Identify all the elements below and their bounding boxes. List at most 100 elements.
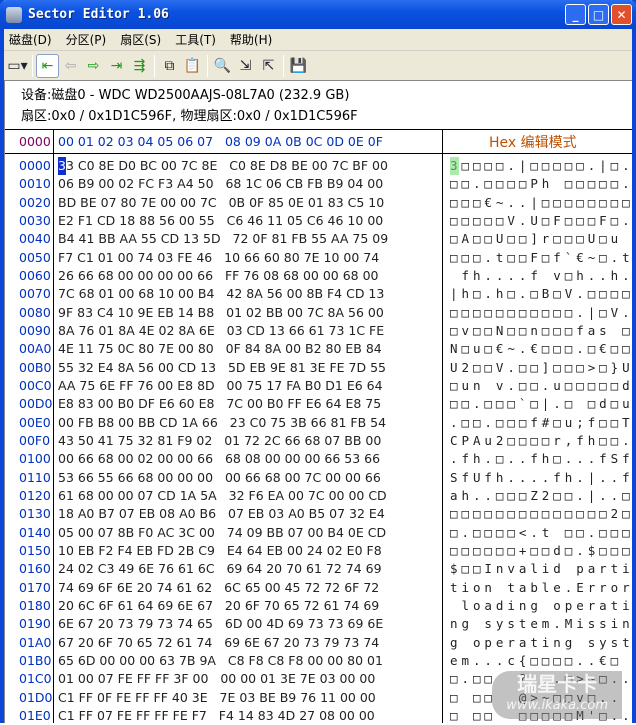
row-hex-bytes[interactable]: 67 20 6F 70 65 72 61 74 69 6E 67 20 73 7… xyxy=(58,634,379,652)
save-button[interactable]: 💾 xyxy=(287,54,310,78)
import-icon: ⇱ xyxy=(262,58,275,74)
row-text[interactable]: em...c{□□□□..€□ xyxy=(450,652,622,670)
row-text[interactable]: □□.□□□`□|.□ □d□u xyxy=(450,395,634,413)
find-icon: 🔍 xyxy=(213,58,232,74)
row-text[interactable]: tion table.Error xyxy=(450,579,634,597)
row-hex-bytes[interactable]: 01 00 07 FE FF FF 3F 00 00 00 01 3E 7E 0… xyxy=(58,670,375,688)
export-button[interactable]: ⇲ xyxy=(234,54,257,78)
row-hex-bytes[interactable]: 00 66 68 00 02 00 00 66 68 08 00 00 00 6… xyxy=(58,450,380,468)
row-text[interactable]: $□□Invalid parti xyxy=(450,560,634,578)
row-hex-bytes[interactable]: 10 EB F2 F4 EB FD 2B C9 E4 64 EB 00 24 0… xyxy=(58,542,382,560)
row-text[interactable]: □A□□U□□]r□□□U□u xyxy=(450,230,634,248)
menu-bar: 磁盘(D) 分区(P) 扇区(S) 工具(T) 帮助(H) xyxy=(4,29,632,51)
row-offset: 01D0 xyxy=(19,689,53,705)
first-sector-button[interactable]: ⇤ xyxy=(36,54,59,78)
copy-button[interactable]: ⧉ xyxy=(158,54,181,78)
row-hex-bytes[interactable]: 65 6D 00 00 00 63 7B 9A C8 F8 C8 F8 00 0… xyxy=(58,652,383,670)
row-hex-bytes[interactable]: 61 68 00 00 07 CD 1A 5A 32 F6 EA 00 7C 0… xyxy=(58,487,387,505)
edit-mode-label[interactable]: Hex 编辑模式 xyxy=(489,132,577,152)
row-text[interactable]: □□□□□V.U□F□□□F□. xyxy=(450,212,634,230)
row-hex-bytes[interactable]: 06 B9 00 02 FC F3 A4 50 68 1C 06 CB FB B… xyxy=(58,175,383,193)
row-offset: 0180 xyxy=(19,597,51,613)
row-hex-bytes[interactable]: 74 69 6F 6E 20 74 61 62 6C 65 00 45 72 7… xyxy=(58,579,379,597)
hex-row: 00F0 43 50 41 75 32 81 F9 02 01 72 2C 66 … xyxy=(5,432,632,450)
row-hex-bytes[interactable]: E2 F1 CD 18 88 56 00 55 C6 46 11 05 C6 4… xyxy=(58,212,383,230)
row-hex-bytes[interactable]: 55 32 E4 8A 56 00 CD 13 5D EB 9E 81 3E F… xyxy=(58,359,386,377)
minimize-button[interactable]: _ xyxy=(565,4,586,25)
row-hex-bytes[interactable]: 9F 83 C4 10 9E EB 14 B8 01 02 BB 00 7C 8… xyxy=(58,304,384,322)
close-button[interactable]: ✕ xyxy=(611,4,632,25)
row-text[interactable]: .fh.□..fh□...fSf xyxy=(450,450,634,468)
row-text[interactable]: |h□.h□.□B□V.□□□□ xyxy=(450,285,634,303)
row-hex-bytes[interactable]: 4E 11 75 0C 80 7E 00 80 0F 84 8A 00 B2 8… xyxy=(58,340,382,358)
goto-sector-button[interactable]: ⇶ xyxy=(128,54,151,78)
row-hex-bytes[interactable]: B4 41 BB AA 55 CD 13 5D 72 0F 81 FB 55 A… xyxy=(58,230,388,248)
hex-row: 00A0 4E 11 75 0C 80 7E 00 80 0F 84 8A 00 … xyxy=(5,340,632,358)
row-text[interactable]: g operating syst xyxy=(450,634,634,652)
hex-row: 0160 24 02 C3 49 6E 76 61 6C 69 64 20 70 … xyxy=(5,560,632,578)
menu-sector[interactable]: 扇区(S) xyxy=(115,31,170,48)
row-offset: 0040 xyxy=(19,231,51,247)
row-hex-bytes[interactable]: 7C 68 01 00 68 10 00 B4 42 8A 56 00 8B F… xyxy=(58,285,384,303)
menu-disk[interactable]: 磁盘(D) xyxy=(4,31,61,48)
row-text[interactable]: □□□€~..|□□□□□□□□ xyxy=(450,194,634,212)
maximize-button[interactable]: □ xyxy=(588,4,609,25)
hex-row: 0040 B4 41 BB AA 55 CD 13 5D 72 0F 81 FB … xyxy=(5,230,632,248)
sector-value: 0x0 / 0x1D1C596F, xyxy=(51,109,177,124)
row-text[interactable]: □□□□□□□□□□□□□□2□ xyxy=(450,505,634,523)
previous-sector-button[interactable]: ⇦ xyxy=(59,54,82,78)
row-text[interactable]: 3□□□□.|□□□□□.|□. xyxy=(450,157,634,175)
import-button[interactable]: ⇱ xyxy=(257,54,280,78)
watermark-url: www.ikaka.com xyxy=(506,698,608,713)
row-hex-bytes[interactable]: E8 83 00 B0 DF E6 60 E8 7C 00 B0 FF E6 6… xyxy=(58,395,381,413)
row-text[interactable]: fh....f v□h..h. xyxy=(450,267,634,285)
row-text[interactable]: .□□.□□□f#□u;f□□T xyxy=(450,414,634,432)
row-hex-bytes[interactable]: 6E 67 20 73 79 73 74 65 6D 00 4D 69 73 7… xyxy=(58,615,383,633)
row-text[interactable]: U2□□V.□□]□□□>□}U xyxy=(450,359,634,377)
menu-partition[interactable]: 分区(P) xyxy=(61,31,116,48)
row-offset: 0120 xyxy=(19,487,51,503)
row-hex-bytes[interactable]: C1 FF 07 FE FF FF FE F7 F4 14 83 4D 27 0… xyxy=(58,707,375,725)
row-hex-bytes[interactable]: F7 C1 01 00 74 03 FE 46 10 66 60 80 7E 1… xyxy=(58,249,379,267)
row-text[interactable]: CPAu2□□□□r,fh□□. xyxy=(450,432,634,450)
row-hex-bytes[interactable]: 26 66 68 00 00 00 00 66 FF 76 08 68 00 0… xyxy=(58,267,379,285)
row-text[interactable]: loading operati xyxy=(450,597,634,615)
hex-grid[interactable]: 0000 00 01 02 03 04 05 06 07 08 09 0A 0B… xyxy=(5,129,632,723)
row-hex-bytes[interactable]: 43 50 41 75 32 81 F9 02 01 72 2C 66 68 0… xyxy=(58,432,381,450)
app-icon xyxy=(6,6,22,23)
row-offset: 0020 xyxy=(19,194,51,210)
paste-button[interactable]: 📋 xyxy=(181,54,204,78)
row-text[interactable]: □□.□□□□Ph □□□□□. xyxy=(450,175,634,193)
row-text[interactable]: □.□□□□<.t □□.□□□ xyxy=(450,524,634,542)
find-button[interactable]: 🔍 xyxy=(211,54,234,78)
row-text[interactable]: ng system.Missin xyxy=(450,615,634,633)
row-hex-bytes[interactable]: 18 A0 B7 07 EB 08 A0 B6 07 EB 03 A0 B5 0… xyxy=(58,505,385,523)
hex-row: 0000 33 C0 8E D0 BC 00 7C 8E C0 8E D8 BE … xyxy=(5,157,632,175)
row-hex-bytes[interactable]: BD BE 07 80 7E 00 00 7C 0B 0F 85 0E 01 8… xyxy=(58,194,384,212)
row-hex-bytes[interactable]: AA 75 6E FF 76 00 E8 8D 00 75 17 FA B0 D… xyxy=(58,377,383,395)
row-text[interactable]: □v□□N□□n□□□fas □ xyxy=(450,322,634,340)
title-bar[interactable]: Sector Editor 1.06 _ □ ✕ xyxy=(0,0,636,29)
row-hex-bytes[interactable]: 05 00 07 8B F0 AC 3C 00 74 09 BB 07 00 B… xyxy=(58,524,386,542)
row-text[interactable]: □□□□□□□□□□□.|□V. xyxy=(450,304,634,322)
row-hex-bytes[interactable]: 33 C0 8E D0 BC 00 7C 8E C0 8E D8 BE 00 7… xyxy=(58,157,388,175)
row-hex-bytes[interactable]: 8A 76 01 8A 4E 02 8A 6E 03 CD 13 66 61 7… xyxy=(58,322,384,340)
last-sector-button[interactable]: ⇥ xyxy=(105,54,128,78)
drive-button[interactable]: ▭▾ xyxy=(6,54,29,78)
row-hex-bytes[interactable]: 20 6C 6F 61 64 69 6E 67 20 6F 70 65 72 6… xyxy=(58,597,379,615)
row-text[interactable]: □□□□□□+□□d□.$□□□ xyxy=(450,542,634,560)
row-hex-bytes[interactable]: 00 FB B8 00 BB CD 1A 66 23 C0 75 3B 66 8… xyxy=(58,414,386,432)
next-sector-button[interactable]: ⇨ xyxy=(82,54,105,78)
row-hex-bytes[interactable]: 24 02 C3 49 6E 76 61 6C 69 64 20 70 61 7… xyxy=(58,560,382,578)
row-text[interactable]: SfUfh....fh.|..f xyxy=(450,469,634,487)
menu-tools[interactable]: 工具(T) xyxy=(170,31,225,48)
row-text[interactable]: N□u□€~.€□□□.□€□□ xyxy=(450,340,634,358)
row-offset: 0150 xyxy=(19,542,51,558)
row-text[interactable]: □un v.□□.u□□□□□d xyxy=(450,377,634,395)
hex-row: 01B0 65 6D 00 00 00 63 7B 9A C8 F8 C8 F8 … xyxy=(5,652,632,670)
row-hex-bytes[interactable]: 53 66 55 66 68 00 00 00 00 66 68 00 7C 0… xyxy=(58,469,381,487)
row-text[interactable]: ah..□□□Z2□□.|..□ xyxy=(450,487,634,505)
menu-help[interactable]: 帮助(H) xyxy=(225,31,281,48)
row-text[interactable]: □□□.t□□F□f`€~□.t xyxy=(450,249,634,267)
row-hex-bytes[interactable]: C1 FF 0F FE FF FF 40 3E 7E 03 BE B9 76 1… xyxy=(58,689,376,707)
